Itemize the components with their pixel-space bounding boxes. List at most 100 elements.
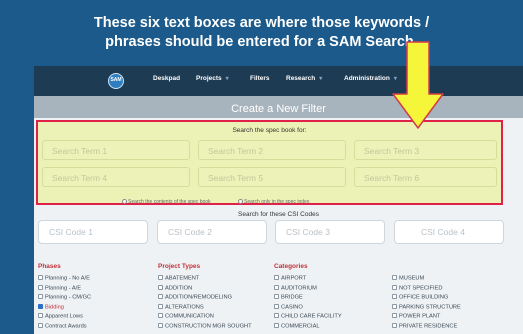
checkbox-option[interactable]: Contract Awards: [38, 322, 87, 331]
nav-administration[interactable]: Administration ▾: [344, 75, 397, 82]
checkbox-icon[interactable]: [274, 303, 279, 309]
search-term-3-input[interactable]: [355, 142, 496, 160]
checkbox-label: COMMERCIAL: [281, 323, 320, 329]
checkbox-icon[interactable]: [38, 322, 43, 328]
checkbox-option[interactable]: AIRPORT: [274, 275, 306, 283]
checkbox-icon[interactable]: [158, 313, 163, 318]
checkbox-option[interactable]: Planning - A/E: [38, 284, 82, 293]
checkbox-icon[interactable]: [38, 275, 43, 280]
checkbox-label: ALTERATIONS: [165, 304, 204, 310]
search-term-3-field[interactable]: [354, 140, 497, 160]
search-term-5-input[interactable]: [199, 169, 345, 187]
checkbox-option[interactable]: PARKING STRUCTURE: [392, 303, 461, 312]
checkbox-label: CASINO: [281, 304, 303, 310]
checkbox-icon[interactable]: [274, 322, 279, 328]
nav-deskpad[interactable]: Deskpad: [153, 75, 180, 82]
checkbox-label: AUDITORIUM: [281, 285, 317, 291]
categories-heading: Categories: [274, 263, 308, 270]
checkbox-icon[interactable]: [38, 294, 43, 299]
checkbox-option[interactable]: Planning - No A/E: [38, 275, 90, 283]
search-term-2-input[interactable]: [199, 142, 345, 160]
checkbox-icon[interactable]: [158, 303, 163, 309]
checkbox-label: CHILD CARE FACILITY: [281, 313, 342, 320]
checkbox-label: Apparent Lows: [45, 313, 83, 320]
checkbox-option[interactable]: PRIVATE RESIDENCE: [392, 322, 457, 331]
checkbox-option[interactable]: Planning - CM/GC: [38, 294, 91, 302]
csi-heading: Search for these CSI Codes: [238, 211, 319, 218]
csi-code-4-field[interactable]: [394, 220, 504, 244]
checkbox-icon[interactable]: [274, 275, 279, 280]
search-term-1-input[interactable]: [43, 142, 189, 160]
checkbox-icon[interactable]: [392, 303, 397, 309]
checkbox-icon[interactable]: [392, 313, 397, 318]
sam-logo[interactable]: SAM: [108, 73, 124, 89]
search-term-1-field[interactable]: [42, 140, 190, 160]
checkbox-icon[interactable]: [38, 303, 43, 309]
checkbox-option[interactable]: NOT SPECIFIED: [392, 284, 443, 293]
nav-filters[interactable]: Filters: [250, 75, 270, 82]
checkbox-label: AIRPORT: [281, 275, 307, 282]
checkbox-option[interactable]: BRIDGE: [274, 294, 303, 302]
checkbox-icon[interactable]: [392, 275, 397, 280]
checkbox-label: PARKING STRUCTURE: [399, 304, 461, 310]
checkbox-option[interactable]: COMMERCIAL: [274, 322, 320, 331]
search-term-6-field[interactable]: [354, 167, 497, 187]
checkbox-label: POWER PLANT: [399, 313, 441, 320]
checkbox-option[interactable]: Bidding: [38, 303, 64, 312]
checkbox-label: COMMUNICATION: [165, 313, 214, 320]
down-arrow-icon: [392, 41, 444, 129]
checkbox-icon[interactable]: [274, 294, 279, 299]
search-term-6-input[interactable]: [355, 169, 496, 187]
checkbox-option[interactable]: Apparent Lows: [38, 313, 83, 321]
csi-code-4-input[interactable]: [395, 221, 503, 243]
csi-code-1-field[interactable]: [38, 220, 148, 244]
csi-code-3-input[interactable]: [276, 221, 384, 243]
radio-icon[interactable]: [122, 199, 127, 205]
checkbox-icon[interactable]: [392, 294, 397, 299]
checkbox-icon[interactable]: [392, 322, 397, 328]
checkbox-label: Planning - A/E: [45, 285, 82, 291]
checkbox-icon[interactable]: [158, 294, 163, 299]
checkbox-icon[interactable]: [38, 284, 43, 290]
checkbox-label: BRIDGE: [281, 294, 303, 301]
caption-line-1: These six text boxes are where those key…: [93, 15, 430, 31]
checkbox-option[interactable]: CONSTRUCTION MGR SOUGHT: [158, 322, 252, 331]
checkbox-option[interactable]: CASINO: [274, 303, 303, 312]
search-term-5-field[interactable]: [198, 167, 346, 187]
checkbox-option[interactable]: ADDITION: [158, 284, 192, 293]
checkbox-label: ABATEMENT: [165, 275, 200, 282]
checkbox-option[interactable]: COMMUNICATION: [158, 313, 214, 321]
checkbox-option[interactable]: AUDITORIUM: [274, 284, 317, 293]
checkbox-label: NOT SPECIFIED: [399, 285, 443, 291]
search-term-4-input[interactable]: [43, 169, 189, 187]
nav-research[interactable]: Research ▾: [286, 75, 322, 82]
page-title: Create a New Filter: [231, 103, 326, 115]
checkbox-icon[interactable]: [38, 313, 43, 318]
checkbox-icon[interactable]: [274, 313, 279, 318]
search-term-4-field[interactable]: [42, 167, 190, 187]
checkbox-icon[interactable]: [158, 275, 163, 280]
radio-search-contents[interactable]: Search the contents of the spec book: [122, 199, 211, 205]
checkbox-option[interactable]: CHILD CARE FACILITY: [274, 313, 342, 321]
checkbox-option[interactable]: OFFICE BUILDING: [392, 294, 448, 302]
checkbox-option[interactable]: ABATEMENT: [158, 275, 199, 283]
checkbox-option[interactable]: MUSEUM: [392, 275, 424, 283]
search-term-2-field[interactable]: [198, 140, 346, 160]
csi-code-3-field[interactable]: [275, 220, 385, 244]
csi-code-1-input[interactable]: [39, 221, 147, 243]
checkbox-label: ADDITION/REMODELING: [165, 294, 232, 301]
checkbox-option[interactable]: ADDITION/REMODELING: [158, 294, 232, 302]
checkbox-option[interactable]: POWER PLANT: [392, 313, 440, 321]
csi-code-2-field[interactable]: [157, 220, 267, 244]
csi-code-2-input[interactable]: [158, 221, 266, 243]
nav-projects[interactable]: Projects ▾: [196, 75, 229, 82]
radio-search-index[interactable]: Search only in the spec index: [238, 199, 309, 205]
checkbox-icon[interactable]: [158, 322, 163, 328]
checkbox-icon[interactable]: [274, 284, 279, 290]
checkbox-icon[interactable]: [392, 284, 397, 290]
checkbox-label: Planning - CM/GC: [45, 294, 92, 301]
checkbox-option[interactable]: ALTERATIONS: [158, 303, 204, 312]
radio-icon[interactable]: [238, 199, 243, 205]
checkbox-icon[interactable]: [158, 284, 163, 290]
checkbox-label: Contract Awards: [45, 323, 87, 329]
